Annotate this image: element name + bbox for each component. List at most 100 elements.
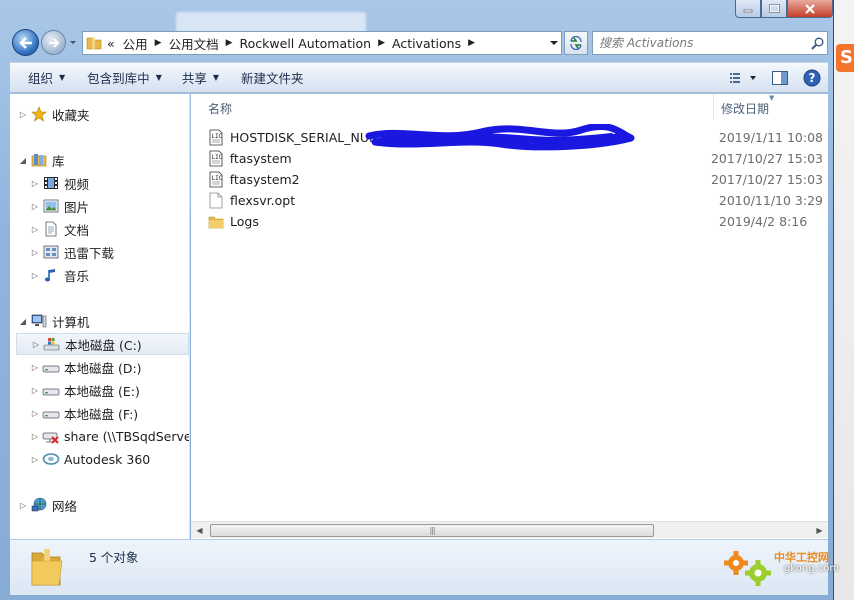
file-row[interactable]: Logs 2019/4/2 8:16 (208, 211, 823, 232)
expand-arrow-icon[interactable]: ▷ (30, 432, 40, 441)
file-date: 2019/4/2 8:16 (719, 214, 808, 229)
sidebar-item-music[interactable]: ▷ 音乐 (30, 264, 89, 286)
file-name: flexsvr.opt (230, 193, 296, 208)
share-menu[interactable]: 共享 ▼ (174, 63, 227, 92)
breadcrumb-separator-icon[interactable]: ▶ (223, 38, 236, 48)
svg-text:LIC: LIC (212, 133, 223, 140)
sidebar-item-autodesk-360[interactable]: ▷ Autodesk 360 (30, 448, 150, 470)
close-icon (805, 3, 815, 14)
breadcrumb-separator-icon[interactable]: ▶ (375, 38, 388, 48)
address-dropdown-button[interactable] (545, 32, 561, 54)
sidebar-item-documents[interactable]: ▷ 文档 (30, 218, 89, 240)
help-button[interactable]: ? (796, 63, 828, 92)
column-header-name[interactable]: 名称 (208, 100, 232, 117)
close-button[interactable] (787, 0, 833, 18)
scroll-left-icon[interactable]: ◀ (191, 522, 208, 539)
system-drive-icon (43, 335, 61, 353)
input-method-icon[interactable]: S (836, 44, 854, 72)
library-icon (30, 151, 48, 169)
redaction-scribble (365, 124, 635, 151)
expand-arrow-icon[interactable]: ▷ (30, 179, 40, 188)
breadcrumb-item[interactable]: 公用文档 (165, 32, 223, 54)
sidebar-item-label: 本地磁盘 (E:) (64, 383, 140, 399)
expand-arrow-icon[interactable]: ▷ (30, 455, 40, 464)
item-count: 5 个对象 (89, 550, 139, 565)
expand-arrow-icon[interactable]: ▷ (30, 409, 40, 418)
sidebar-item-favorites[interactable]: ▷ 收藏夹 (18, 103, 90, 125)
search-box[interactable] (592, 31, 828, 55)
expand-arrow-icon[interactable]: ▷ (30, 225, 40, 234)
sidebar-item-thunder-downloads[interactable]: ▷ 迅雷下载 (30, 241, 114, 263)
expand-arrow-icon[interactable]: ▷ (30, 271, 40, 280)
sidebar-item-label: Autodesk 360 (64, 451, 151, 467)
sidebar-item-label: 迅雷下载 (64, 245, 115, 261)
breadcrumb-separator-icon[interactable]: ▶ (465, 38, 478, 48)
change-view-button[interactable] (724, 63, 764, 92)
disconnected-network-drive-icon (42, 427, 60, 445)
sidebar-item-label: share (\\TBSqdServer. (64, 428, 190, 444)
file-row[interactable]: LIC ftasystem2 2017/10/27 15:03 (208, 169, 823, 190)
breadcrumb-overflow[interactable]: « (103, 32, 119, 54)
minimize-button[interactable] (735, 0, 761, 18)
sidebar-item-videos[interactable]: ▷ 视频 (30, 172, 89, 194)
column-header-date-modified[interactable]: 修改日期 (721, 100, 769, 117)
sidebar-item-computer[interactable]: ◢ 计算机 (18, 310, 90, 332)
gear-icon (724, 551, 771, 586)
document-icon (42, 220, 60, 238)
hard-drive-icon (42, 358, 60, 376)
sidebar-item-label: 音乐 (64, 268, 90, 284)
column-divider[interactable] (713, 94, 714, 120)
expand-arrow-icon[interactable]: ▷ (30, 202, 40, 211)
column-headers: 名称 修改日期 ▼ (191, 94, 828, 120)
scroll-right-icon[interactable]: ▶ (811, 522, 828, 539)
breadcrumb-separator-icon[interactable]: ▶ (152, 38, 165, 48)
command-bar: 组织 ▼ 包含到库中 ▼ 共享 ▼ 新建文件夹 ? (10, 62, 828, 93)
star-icon (30, 105, 48, 123)
breadcrumb-item[interactable]: Activations (388, 32, 465, 54)
recent-pages-dropdown[interactable] (68, 38, 78, 48)
breadcrumb-item[interactable]: 公用 (119, 32, 152, 54)
refresh-button[interactable] (564, 31, 588, 55)
minimize-icon (743, 9, 753, 12)
help-icon: ? (803, 69, 821, 86)
expand-arrow-icon[interactable]: ▷ (18, 110, 28, 119)
video-icon (42, 174, 60, 192)
pictures-icon (42, 197, 60, 215)
search-icon[interactable] (807, 37, 827, 50)
forward-button[interactable] (41, 30, 66, 55)
preview-pane-button[interactable] (764, 63, 796, 92)
chevron-down-icon: ▼ (155, 73, 162, 82)
search-input[interactable] (593, 32, 807, 54)
sidebar-item-network-share[interactable]: ▷ share (\\TBSqdServer. (30, 425, 190, 447)
expand-arrow-icon[interactable]: ▷ (30, 386, 40, 395)
back-button[interactable] (12, 29, 39, 56)
new-folder-label: 新建文件夹 (241, 71, 304, 86)
desktop-background (834, 0, 854, 600)
expand-arrow-icon[interactable]: ▷ (31, 340, 41, 349)
expand-arrow-icon[interactable]: ▷ (30, 363, 40, 372)
sidebar-item-drive-d[interactable]: ▷ 本地磁盘 (D:) (30, 356, 142, 378)
file-row[interactable]: flexsvr.opt 2010/11/10 3:29 (208, 190, 823, 211)
sidebar-item-libraries[interactable]: ◢ 库 (18, 149, 65, 171)
organize-menu[interactable]: 组织 ▼ (10, 63, 73, 92)
collapse-arrow-icon[interactable]: ◢ (18, 317, 28, 326)
sidebar-item-drive-e[interactable]: ▷ 本地磁盘 (E:) (30, 379, 140, 401)
sidebar-item-label: 视频 (64, 176, 90, 192)
new-folder-button[interactable]: 新建文件夹 (233, 63, 312, 92)
maximize-button[interactable] (761, 0, 787, 18)
sidebar-item-pictures[interactable]: ▷ 图片 (30, 195, 89, 217)
collapse-arrow-icon[interactable]: ◢ (18, 156, 28, 165)
expand-arrow-icon[interactable]: ▷ (18, 501, 28, 510)
horizontal-scrollbar[interactable]: ◀ ||| ▶ (191, 521, 828, 538)
download-library-icon (42, 243, 60, 261)
scrollbar-thumb[interactable]: ||| (210, 524, 654, 537)
expand-arrow-icon[interactable]: ▷ (30, 248, 40, 257)
navigation-bar: « 公用 ▶ 公用文档 ▶ Rockwell Automation ▶ Acti… (10, 28, 828, 58)
sidebar-item-drive-c[interactable]: ▷ 本地磁盘 (C:) (16, 333, 189, 355)
grip-icon: ||| (429, 526, 435, 535)
breadcrumb-item[interactable]: Rockwell Automation (236, 32, 376, 54)
sidebar-item-network[interactable]: ▷ 网络 (18, 494, 77, 516)
address-bar[interactable]: « 公用 ▶ 公用文档 ▶ Rockwell Automation ▶ Acti… (82, 31, 562, 55)
sidebar-item-drive-f[interactable]: ▷ 本地磁盘 (F:) (30, 402, 138, 424)
include-in-library-menu[interactable]: 包含到库中 ▼ (79, 63, 170, 92)
